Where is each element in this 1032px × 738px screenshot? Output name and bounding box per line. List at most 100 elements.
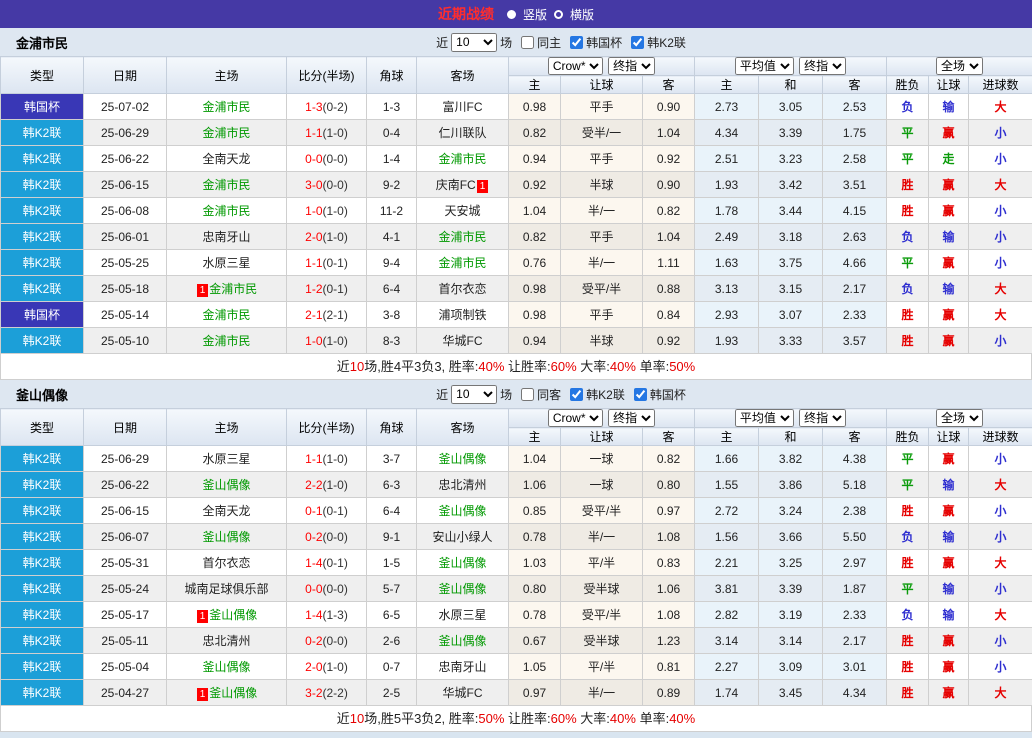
odds-source-select[interactable]: Crow* — [548, 57, 603, 75]
layout-horizontal-radio[interactable] — [554, 10, 563, 19]
avg-home-cell: 1.78 — [695, 198, 759, 224]
scope-select[interactable]: 全场 — [936, 409, 983, 427]
handicap-result-cell: 输 — [929, 276, 969, 302]
avg-away-cell: 2.97 — [823, 550, 887, 576]
avg-time-select[interactable]: 终指 — [799, 57, 846, 75]
league-filter-label[interactable]: 韩K2联 — [586, 386, 625, 403]
away-team-cell: 釜山偶像 — [417, 446, 509, 472]
avg-draw-cell: 3.07 — [759, 302, 823, 328]
score-cell: 2-0(1-0) — [287, 654, 367, 680]
result-cell: 胜 — [887, 198, 929, 224]
handicap-cell: 受平/半 — [561, 498, 643, 524]
odds-home-cell: 1.04 — [509, 446, 561, 472]
avg-source-select[interactable]: 平均值 — [735, 57, 794, 75]
home-team-cell: 全南天龙 — [167, 146, 287, 172]
league-filter-label[interactable]: 韩国杯 — [586, 34, 622, 51]
avg-time-select[interactable]: 终指 — [799, 409, 846, 427]
section-header: 釜山偶像 近 10 场 同客 韩K2联 韩国杯 — [0, 380, 1032, 408]
date-cell: 25-04-27 — [84, 680, 167, 706]
avg-source-select[interactable]: 平均值 — [735, 409, 794, 427]
away-team-cell: 仁川联队 — [417, 120, 509, 146]
league-cell: 韩K2联 — [1, 602, 84, 628]
odds-home-cell: 0.94 — [509, 146, 561, 172]
league-cell: 韩K2联 — [1, 524, 84, 550]
result-cell: 胜 — [887, 172, 929, 198]
scope-group-header: 全场 — [887, 57, 1032, 76]
matches-label: 场 — [500, 34, 512, 51]
away-team-cell: 华城FC — [417, 680, 509, 706]
odds-source-select[interactable]: Crow* — [548, 409, 603, 427]
result-cell: 平 — [887, 576, 929, 602]
league-filter-checkbox[interactable] — [634, 388, 647, 401]
home-team-cell: 金浦市民 — [167, 198, 287, 224]
result-cell: 平 — [887, 472, 929, 498]
odds-time-select[interactable]: 终指 — [608, 57, 655, 75]
handicap-result-cell: 赢 — [929, 198, 969, 224]
odds-away-cell: 0.92 — [643, 146, 695, 172]
handicap-cell: 半/一 — [561, 680, 643, 706]
corner-cell: 6-3 — [367, 472, 417, 498]
corner-cell: 9-2 — [367, 172, 417, 198]
goals-result-cell: 小 — [969, 446, 1032, 472]
date-cell: 25-05-14 — [84, 302, 167, 328]
same-venue-checkbox[interactable] — [521, 388, 534, 401]
team-section-home: 金浦市民 近 10 场 同主 韩国杯 韩K2联 类型 日期 主场 — [0, 28, 1032, 380]
layout-vertical-radio[interactable] — [507, 10, 516, 19]
handicap-result-cell: 赢 — [929, 628, 969, 654]
col-odds-handicap: 让球 — [561, 76, 643, 94]
score-cell: 2-2(1-0) — [287, 472, 367, 498]
col-avg-draw: 和 — [759, 428, 823, 446]
avg-away-cell: 2.33 — [823, 602, 887, 628]
col-date: 日期 — [84, 409, 167, 446]
home-team-cell: 全南天龙 — [167, 498, 287, 524]
col-result: 胜负 — [887, 428, 929, 446]
odds-home-cell: 0.98 — [509, 94, 561, 120]
odds-away-cell: 1.11 — [643, 250, 695, 276]
result-cell: 负 — [887, 276, 929, 302]
avg-away-cell: 2.63 — [823, 224, 887, 250]
handicap-cell: 半球 — [561, 172, 643, 198]
odds-time-select[interactable]: 终指 — [608, 409, 655, 427]
league-filter-checkbox[interactable] — [570, 388, 583, 401]
league-filter-checkbox[interactable] — [570, 36, 583, 49]
recent-count-select[interactable]: 10 — [451, 385, 497, 404]
avg-home-cell: 2.27 — [695, 654, 759, 680]
league-filter-label[interactable]: 韩国杯 — [650, 386, 686, 403]
match-row: 韩K2联25-06-08金浦市民1-0(1-0)11-2天安城1.04半/一0.… — [1, 198, 1032, 224]
match-row: 韩K2联25-05-10金浦市民1-0(1-0)8-3华城FC0.94半球0.9… — [1, 328, 1032, 354]
odds-away-cell: 0.81 — [643, 654, 695, 680]
col-away: 客场 — [417, 409, 509, 446]
odds-away-cell: 1.04 — [643, 120, 695, 146]
handicap-result-cell: 输 — [929, 524, 969, 550]
col-score: 比分(半场) — [287, 57, 367, 94]
avg-away-cell: 3.01 — [823, 654, 887, 680]
same-venue-label[interactable]: 同客 — [537, 386, 561, 403]
handicap-cell: 平手 — [561, 302, 643, 328]
goals-result-cell: 大 — [969, 94, 1032, 120]
match-row: 韩K2联25-06-01忠南牙山2-0(1-0)4-1金浦市民0.82平手1.0… — [1, 224, 1032, 250]
avg-group-header: 平均值 终指 — [695, 409, 887, 428]
odds-group-header: Crow* 终指 — [509, 409, 695, 428]
league-filter-label[interactable]: 韩K2联 — [647, 34, 686, 51]
odds-away-cell: 0.82 — [643, 446, 695, 472]
home-team-cell: 1金浦市民 — [167, 276, 287, 302]
scope-select[interactable]: 全场 — [936, 57, 983, 75]
handicap-result-cell: 赢 — [929, 172, 969, 198]
handicap-cell: 半/一 — [561, 524, 643, 550]
corner-cell: 5-7 — [367, 576, 417, 602]
league-filter-checkbox[interactable] — [631, 36, 644, 49]
away-team-cell: 富川FC — [417, 94, 509, 120]
date-cell: 25-06-01 — [84, 224, 167, 250]
odds-home-cell: 1.06 — [509, 472, 561, 498]
same-venue-checkbox[interactable] — [521, 36, 534, 49]
away-team-cell: 釜山偶像 — [417, 550, 509, 576]
odds-away-cell: 0.83 — [643, 550, 695, 576]
layout-vertical-label[interactable]: 竖版 — [523, 6, 547, 23]
same-venue-label[interactable]: 同主 — [537, 34, 561, 51]
odds-away-cell: 0.92 — [643, 328, 695, 354]
recent-count-select[interactable]: 10 — [451, 33, 497, 52]
score-cell: 1-3(0-2) — [287, 94, 367, 120]
odds-home-cell: 0.67 — [509, 628, 561, 654]
corner-cell: 1-3 — [367, 94, 417, 120]
layout-horizontal-label[interactable]: 横版 — [570, 6, 594, 23]
